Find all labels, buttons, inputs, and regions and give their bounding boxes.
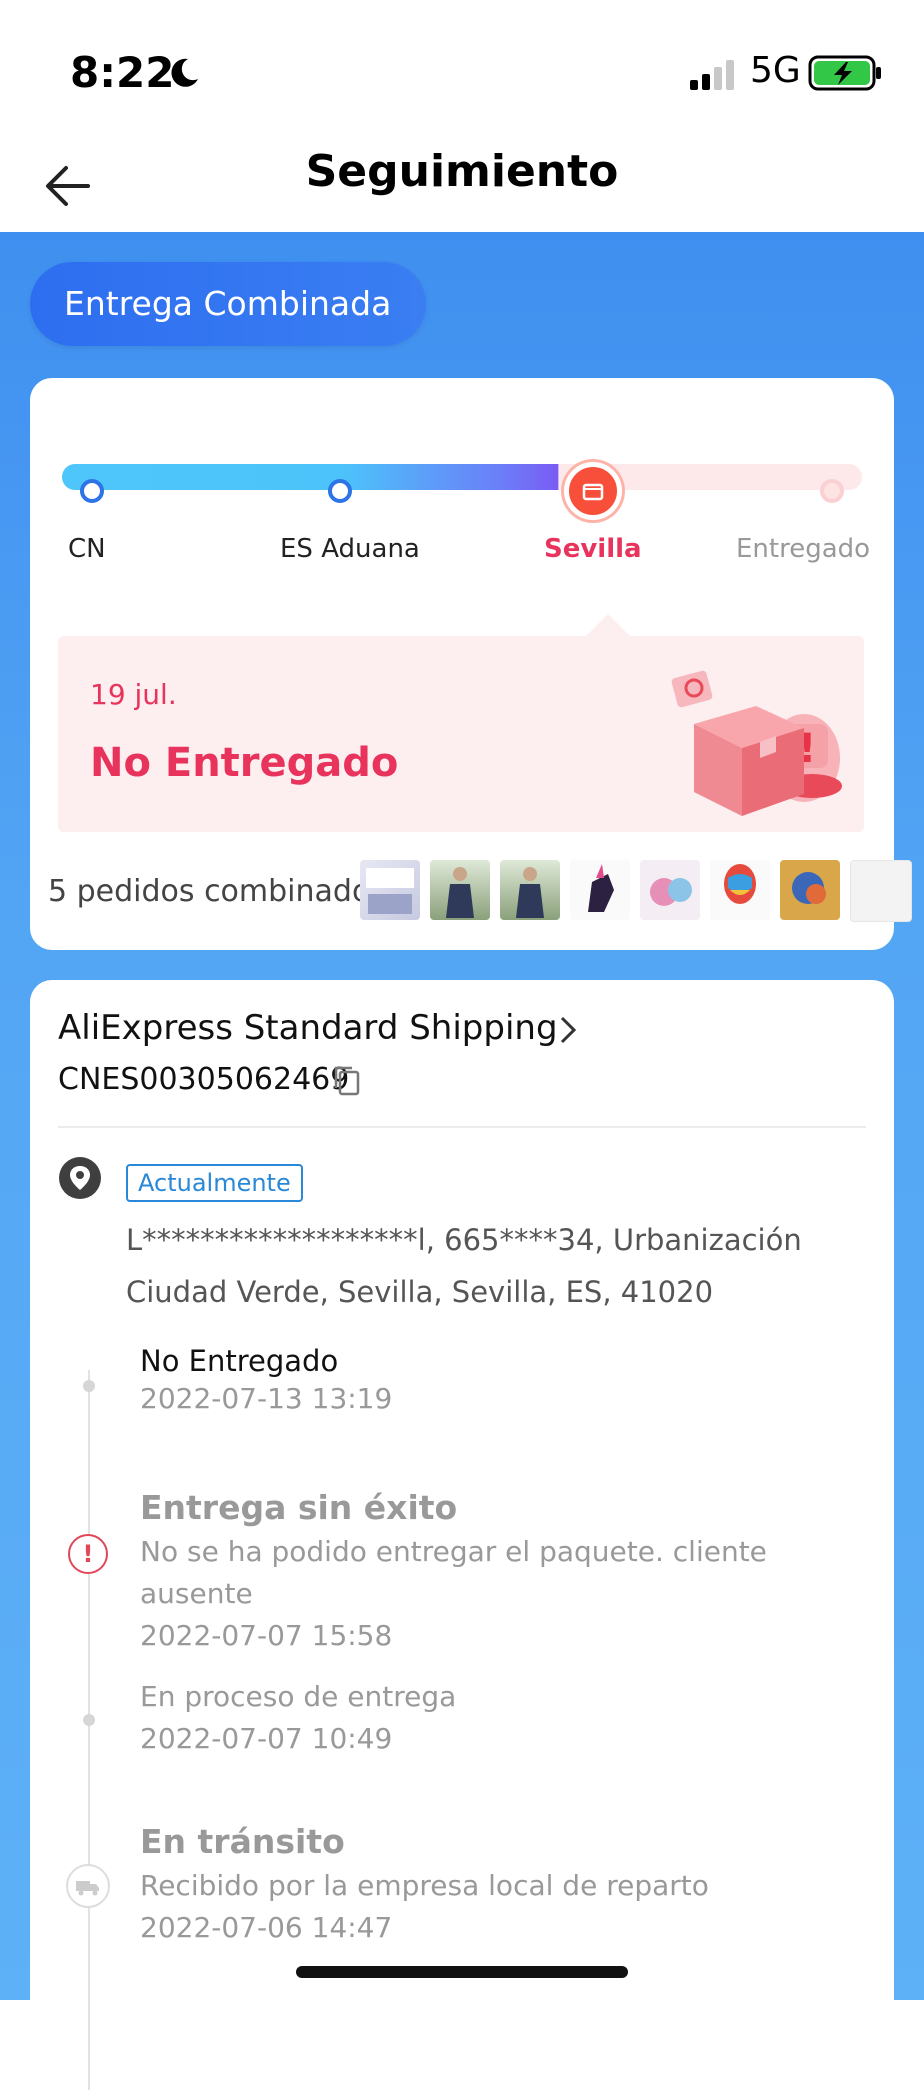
progress-track — [62, 464, 862, 490]
chevron-right-icon[interactable] — [556, 1012, 580, 1048]
stage-label-es-aduana: ES Aduana — [280, 534, 420, 564]
timeline-event: En proceso de entrega 2022-07-07 10:49 — [140, 1676, 456, 1760]
stage-label-entregado: Entregado — [736, 534, 871, 564]
timeline-description: Recibido por la empresa local de reparto — [140, 1869, 709, 1902]
order-thumbnail[interactable] — [430, 860, 490, 920]
timeline-title: Entrega sin éxito — [140, 1488, 458, 1527]
stage-label-sevilla: Sevilla — [544, 534, 642, 564]
network-type: 5G — [750, 50, 801, 91]
timeline-title: En tránsito — [140, 1822, 345, 1861]
order-thumbnail[interactable] — [500, 860, 560, 920]
timeline-dot — [83, 1380, 95, 1392]
moon-icon — [171, 58, 198, 87]
order-thumbnails[interactable] — [360, 860, 920, 922]
timeline-date: 2022-07-07 10:49 — [140, 1722, 393, 1755]
stage-label-cn: CN — [68, 534, 106, 564]
divider — [58, 1126, 866, 1128]
dress-product-image — [516, 867, 544, 918]
timeline-date: 2022-07-07 15:58 — [140, 1619, 393, 1652]
home-indicator — [296, 1966, 628, 1978]
delivery-address: L*******************l, 665****34, Urbani… — [126, 1223, 802, 1309]
shipping-details-card: AliExpress Standard Shipping CNES0030506… — [30, 980, 894, 2090]
timeline-title: No Entregado — [140, 1344, 339, 1378]
truck-icon — [66, 1864, 110, 1908]
timeline-event: No Entregado 2022-07-13 13:19 — [140, 1344, 392, 1420]
order-thumbnail[interactable] — [640, 860, 700, 920]
status-date: 19 jul. — [90, 678, 177, 711]
package-icon — [582, 483, 604, 501]
timeline-date: 2022-07-13 13:19 — [140, 1382, 393, 1415]
combined-orders-count[interactable]: 5 pedidos combinados — [48, 874, 386, 909]
timeline-event: Entrega sin éxito No se ha podido entreg… — [140, 1488, 860, 1657]
timeline-title: En proceso de entrega — [140, 1680, 457, 1713]
nav-header: Seguimiento — [0, 140, 924, 232]
location-pin-icon — [59, 1157, 101, 1199]
tracking-number: CNES00305062469 — [58, 1062, 350, 1097]
order-thumbnail[interactable] — [780, 860, 840, 920]
status-time: 8:22 — [70, 48, 175, 97]
carrier-name[interactable]: AliExpress Standard Shipping — [58, 1008, 558, 1048]
dress-product-image — [446, 867, 474, 918]
status-box: 19 jul. No Entregado ! — [58, 636, 864, 832]
unicorn-product-image — [650, 878, 692, 906]
timeline-event: En tránsito Recibido por la empresa loca… — [140, 1822, 860, 1949]
combined-delivery-pill: Entrega Combinada — [30, 262, 426, 346]
current-stage-marker — [564, 462, 622, 520]
progress-card: CN ES Aduana Sevilla Entregado 19 jul. N… — [30, 378, 912, 950]
unicorn-product-image — [588, 864, 614, 912]
stage-dot-cn — [80, 479, 104, 503]
order-thumbnail[interactable] — [360, 860, 420, 920]
page-title: Seguimiento — [305, 146, 619, 197]
status-box-pointer — [586, 614, 630, 636]
battery-charging-icon — [808, 55, 881, 91]
undelivered-box-illustration: ! — [671, 670, 842, 816]
copy-icon[interactable] — [330, 1064, 364, 1098]
order-thumbnail[interactable] — [570, 860, 630, 920]
timeline-date: 2022-07-06 14:47 — [140, 1911, 393, 1944]
combined-delivery-label: Entrega Combinada — [64, 284, 392, 323]
timeline-description: No se ha podido entregar el paquete. cli… — [140, 1535, 767, 1610]
timeline-dot — [83, 1714, 95, 1726]
status-text: No Entregado — [90, 740, 399, 786]
balloon-product-image — [724, 864, 756, 904]
status-bar: 8:22 5G — [0, 0, 924, 140]
nail-product-image — [366, 868, 414, 914]
order-thumbnail[interactable] — [850, 860, 912, 922]
alert-icon: ! — [68, 1534, 108, 1574]
stage-dot-es-aduana — [328, 479, 352, 503]
timeline-line — [88, 1370, 90, 2090]
stage-dot-entregado — [820, 479, 844, 503]
current-address-badge: Actualmente — [126, 1164, 303, 1202]
order-thumbnail[interactable] — [710, 860, 770, 920]
signal-icon — [690, 60, 734, 90]
painting-product-image — [792, 872, 826, 904]
